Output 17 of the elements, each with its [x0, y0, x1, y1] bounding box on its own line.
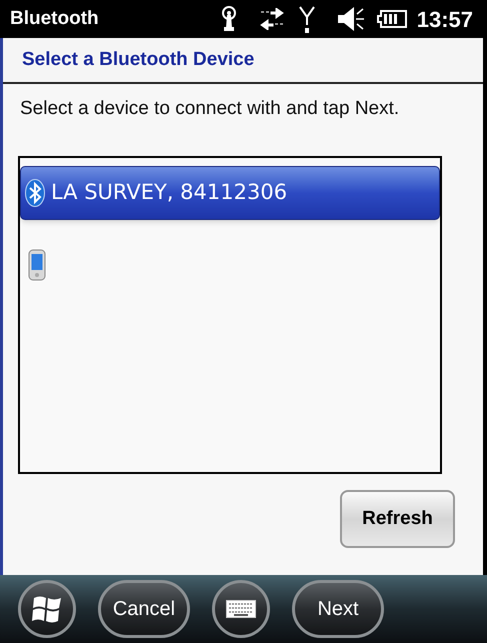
windows-flag-icon — [31, 594, 63, 624]
device-item[interactable]: LA SURVEY, 84112306 — [20, 166, 440, 220]
softkey-button[interactable]: Cancel — [98, 580, 190, 638]
battery-icon — [374, 10, 407, 28]
keyboard-icon — [226, 600, 256, 618]
signal-icon — [298, 5, 315, 33]
phone-icon — [28, 249, 46, 281]
window-title: Bluetooth — [10, 6, 99, 31]
sync-arrows-icon — [258, 8, 285, 30]
refresh-button[interactable]: Refresh — [340, 490, 455, 548]
antenna-icon — [220, 6, 237, 32]
page-title: Select a Bluetooth Device — [22, 48, 254, 72]
speaker-muted-icon — [336, 6, 365, 32]
softkey-button[interactable]: Next — [292, 580, 384, 638]
instruction-text: Select a device to connect with and tap Next. — [19, 97, 400, 121]
bluetooth-icon — [25, 179, 45, 207]
clock-time: 13:57 — [416, 6, 473, 34]
